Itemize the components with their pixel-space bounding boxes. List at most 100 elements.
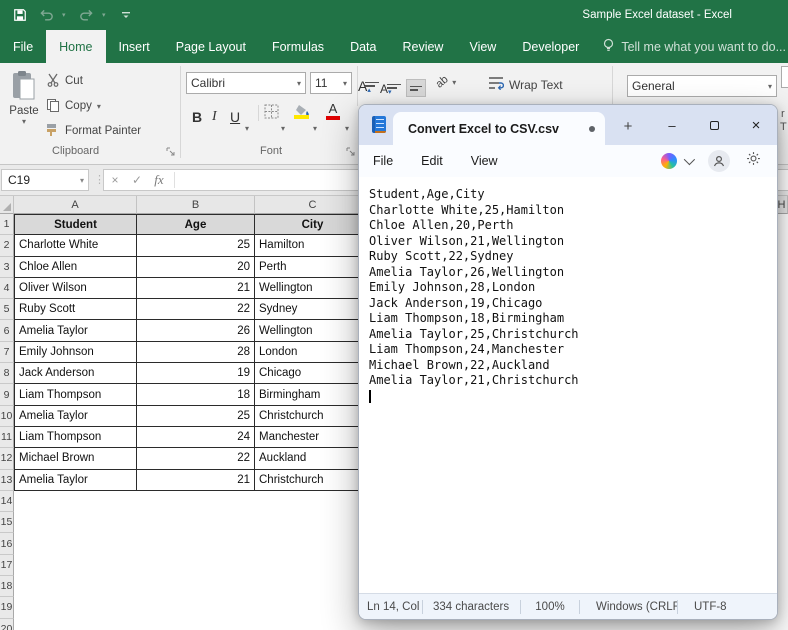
cell[interactable]: Chicago xyxy=(255,363,371,384)
row-number[interactable]: 15 xyxy=(0,512,14,533)
row-number[interactable]: 16 xyxy=(0,533,14,554)
top-align-button[interactable] xyxy=(362,75,382,93)
cell[interactable]: Chloe Allen xyxy=(14,257,137,278)
cell[interactable]: Amelia Taylor xyxy=(14,320,137,341)
menu-edit[interactable]: Edit xyxy=(421,154,443,168)
cell[interactable]: Auckland xyxy=(255,448,371,469)
cell[interactable]: Wellington xyxy=(255,278,371,299)
cancel-icon[interactable]: × xyxy=(104,173,126,187)
cell[interactable]: 22 xyxy=(137,299,255,320)
cell[interactable]: Sydney xyxy=(255,299,371,320)
font-size-combobox[interactable]: 11 ▾ xyxy=(310,72,352,94)
row-number[interactable]: 4 xyxy=(0,278,14,299)
cell[interactable]: 25 xyxy=(137,406,255,427)
close-button[interactable]: × xyxy=(735,105,777,145)
cell[interactable]: Hamilton xyxy=(255,235,371,256)
wrap-text-button[interactable] xyxy=(488,76,504,95)
undo-dropdown-icon[interactable]: ▾ xyxy=(62,11,70,19)
cell-b1[interactable]: Age xyxy=(137,214,255,235)
cell[interactable]: 28 xyxy=(137,342,255,363)
row-number[interactable]: 12 xyxy=(0,448,14,469)
paste-dropdown-icon[interactable]: ▾ xyxy=(22,117,26,126)
row-number[interactable]: 11 xyxy=(0,427,14,448)
paste-button[interactable]: Paste ▾ xyxy=(4,70,44,142)
status-zoom-level[interactable]: 100% xyxy=(521,601,579,613)
cell[interactable]: 21 xyxy=(137,278,255,299)
cell[interactable]: Ruby Scott xyxy=(14,299,137,320)
cell-a1[interactable]: Student xyxy=(14,214,137,235)
bottom-align-button[interactable] xyxy=(406,79,426,97)
row-number[interactable]: 8 xyxy=(0,363,14,384)
font-color-button[interactable]: A xyxy=(326,101,340,123)
menu-view[interactable]: View xyxy=(471,154,498,168)
row-number[interactable]: 2 xyxy=(0,235,14,256)
italic-button[interactable]: I xyxy=(212,103,217,125)
minimize-button[interactable]: – xyxy=(651,105,693,145)
cell[interactable]: 24 xyxy=(137,427,255,448)
tab-insert[interactable]: Insert xyxy=(106,30,163,63)
row-number[interactable]: 7 xyxy=(0,342,14,363)
copy-dropdown-icon[interactable]: ▾ xyxy=(97,102,101,111)
customize-qat-icon[interactable] xyxy=(116,5,136,25)
copilot-button[interactable] xyxy=(661,153,692,169)
row-number[interactable]: 10 xyxy=(0,406,14,427)
tab-file[interactable]: File xyxy=(0,30,46,63)
cell[interactable]: London xyxy=(255,342,371,363)
notepad-tab[interactable]: Convert Excel to CSV.csv xyxy=(393,112,605,145)
cell[interactable]: Birmingham xyxy=(255,384,371,405)
font-name-combobox[interactable]: Calibri ▾ xyxy=(186,72,306,94)
cell[interactable]: 26 xyxy=(137,320,255,341)
number-format-dropdown-icon[interactable]: ▾ xyxy=(768,82,772,91)
font-name-dropdown-icon[interactable]: ▾ xyxy=(297,79,301,88)
row-number[interactable]: 3 xyxy=(0,257,14,278)
font-size-dropdown-icon[interactable]: ▾ xyxy=(343,79,347,88)
row-number[interactable]: 18 xyxy=(0,576,14,597)
select-all-button[interactable] xyxy=(0,196,14,214)
undo-icon[interactable] xyxy=(36,5,56,25)
tab-formulas[interactable]: Formulas xyxy=(259,30,337,63)
cell[interactable]: 25 xyxy=(137,235,255,256)
orientation-dropdown-icon[interactable]: ▾ xyxy=(452,78,456,87)
font-dialog-launcher-icon[interactable] xyxy=(346,147,356,157)
copy-button[interactable]: Copy ▾ xyxy=(46,96,101,116)
cell[interactable]: 19 xyxy=(137,363,255,384)
redo-dropdown-icon[interactable]: ▾ xyxy=(102,11,110,19)
notepad-text-area[interactable]: Student,Age,City Charlotte White,25,Hami… xyxy=(359,177,777,593)
tab-developer[interactable]: Developer xyxy=(509,30,592,63)
tab-page-layout[interactable]: Page Layout xyxy=(163,30,259,63)
redo-icon[interactable] xyxy=(76,5,96,25)
cell[interactable]: Perth xyxy=(255,257,371,278)
row-number[interactable]: 5 xyxy=(0,299,14,320)
cell[interactable]: Liam Thompson xyxy=(14,427,137,448)
column-header-a[interactable]: A xyxy=(14,196,137,214)
new-tab-button[interactable]: + xyxy=(617,115,639,137)
number-format-combobox[interactable]: General ▾ xyxy=(627,75,777,97)
column-header-b[interactable]: B xyxy=(137,196,255,214)
underline-dropdown-icon[interactable]: ▾ xyxy=(245,111,249,133)
cell[interactable]: 21 xyxy=(137,470,255,491)
column-header-c[interactable]: C xyxy=(255,196,371,214)
row-number[interactable]: 1 xyxy=(0,214,14,235)
maximize-button[interactable] xyxy=(693,105,735,145)
cell[interactable]: Emily Johnson xyxy=(14,342,137,363)
row-number[interactable]: 20 xyxy=(0,619,14,630)
row-number[interactable]: 14 xyxy=(0,491,14,512)
borders-button[interactable] xyxy=(264,104,279,124)
middle-align-button[interactable] xyxy=(384,77,404,95)
fill-color-button[interactable] xyxy=(294,103,310,121)
cell[interactable]: Michael Brown xyxy=(14,448,137,469)
notepad-titlebar[interactable]: Convert Excel to CSV.csv + – × xyxy=(359,105,777,145)
settings-button[interactable] xyxy=(746,151,761,171)
tab-review[interactable]: Review xyxy=(389,30,456,63)
cell[interactable]: Jack Anderson xyxy=(14,363,137,384)
cell-c1[interactable]: City xyxy=(255,214,371,235)
cell[interactable]: Liam Thompson xyxy=(14,384,137,405)
cell[interactable]: Wellington xyxy=(255,320,371,341)
font-color-dropdown-icon[interactable]: ▾ xyxy=(345,111,349,133)
underline-button[interactable]: U xyxy=(230,103,240,125)
row-number[interactable]: 6 xyxy=(0,320,14,341)
orientation-button[interactable]: ab ▾ xyxy=(436,76,456,88)
cell[interactable]: 20 xyxy=(137,257,255,278)
cell[interactable]: 22 xyxy=(137,448,255,469)
cell[interactable]: Amelia Taylor xyxy=(14,470,137,491)
